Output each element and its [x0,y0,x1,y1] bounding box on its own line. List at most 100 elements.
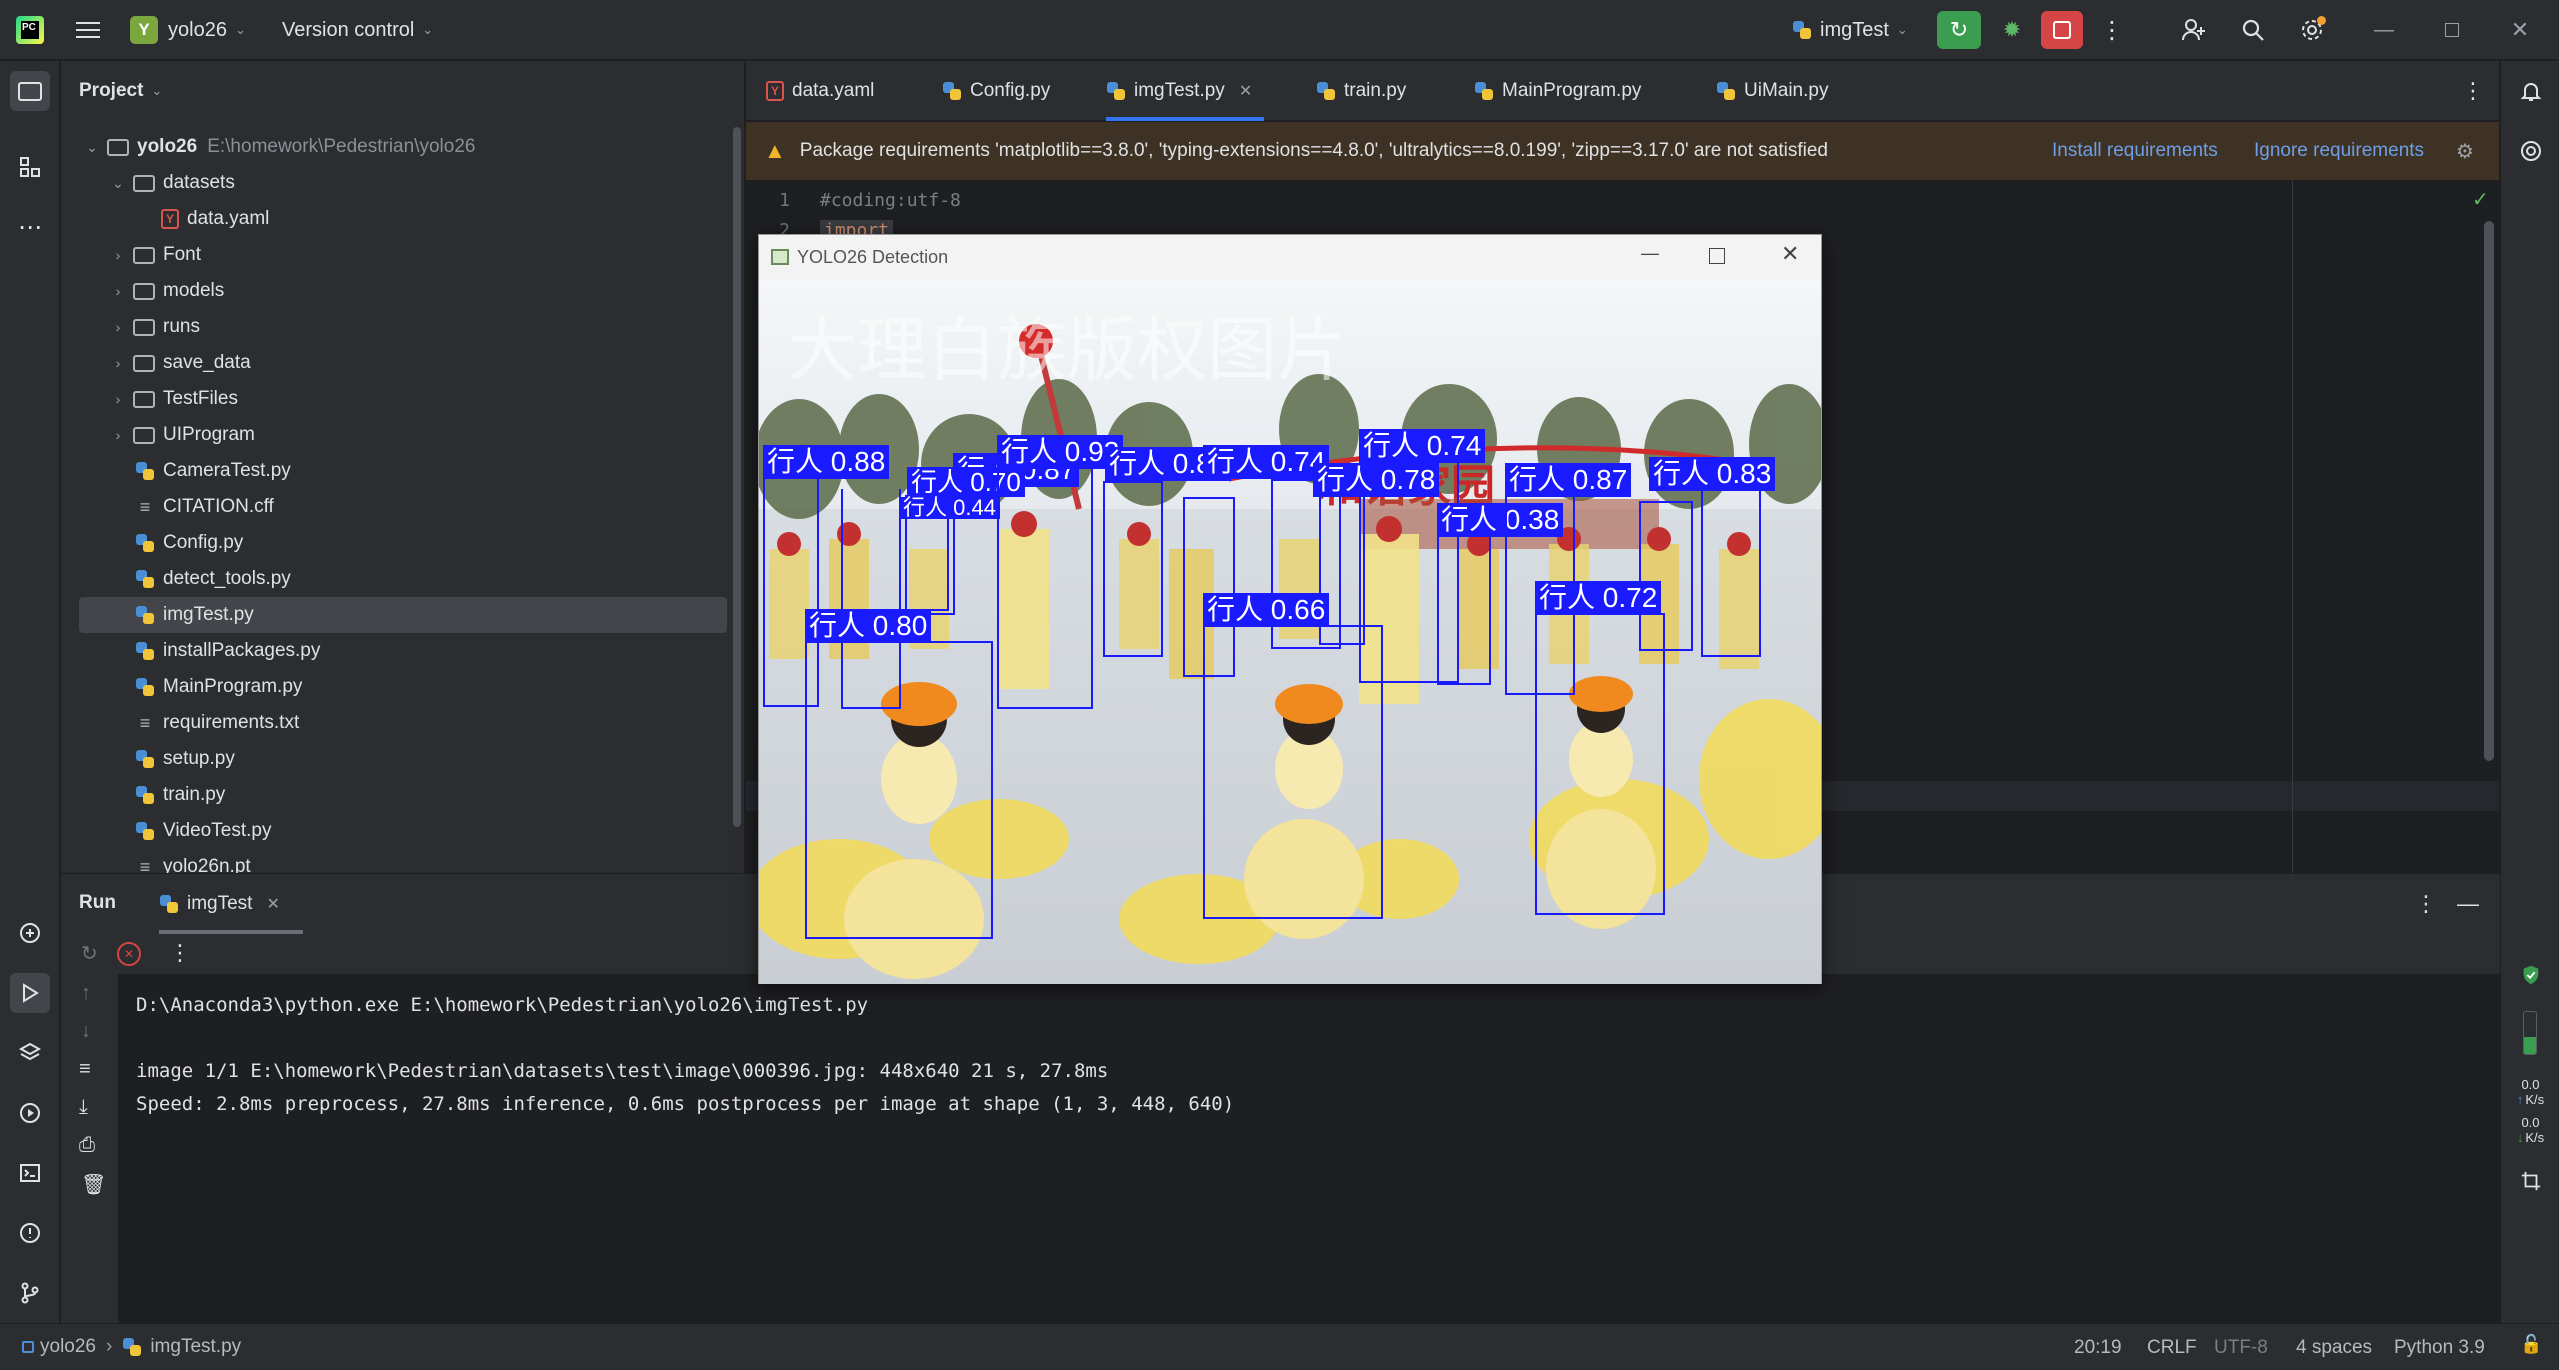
restore-window-button[interactable] [2432,13,2472,47]
banner-settings-gear-icon[interactable]: ⚙ [2456,139,2474,164]
scroll-to-end-icon[interactable]: ⤓ [79,1096,88,1119]
tree-item-font[interactable]: › Font [109,237,759,273]
security-shield-button[interactable] [2511,955,2551,995]
run-configuration-selector[interactable]: imgTest ⌄ [1792,13,1908,47]
close-tab-icon[interactable]: ✕ [266,894,279,914]
tab-mainprogram[interactable]: MainProgram.py [1474,61,1641,121]
more-tools-button[interactable]: ⋯ [10,207,50,247]
window-maximize-icon[interactable] [1709,248,1725,264]
tree-item-datasets[interactable]: ⌄ datasets [109,165,759,201]
status-breadcrumb[interactable]: yolo26 › imgTest.py [22,1334,241,1360]
search-icon[interactable] [2235,13,2271,47]
chevron-right-icon: › [115,283,121,299]
trash-icon[interactable]: 🗑 [81,1172,106,1197]
close-tab-icon[interactable]: ✕ [1239,81,1252,101]
tree-item-cameratest[interactable]: CameraTest.py [135,453,785,489]
project-switcher[interactable]: Y yolo26 ⌄ [130,13,246,47]
tree-item-runs[interactable]: › runs [109,309,759,345]
code-line-1[interactable]: 1 #coding:utf-8 [746,185,961,215]
structure-tool-button[interactable] [10,147,50,187]
tree-item-imgtest[interactable]: imgTest.py [79,597,727,633]
settings-gear-icon[interactable] [2294,13,2330,47]
caret-position[interactable]: 20:19 [2074,1337,2122,1359]
pycharm-logo-icon[interactable]: PC [16,16,44,44]
install-requirements-link[interactable]: Install requirements [2052,140,2218,162]
tree-root[interactable]: ⌄ yolo26 E:\homework\Pedestrian\yolo26 [83,129,733,165]
stop-button[interactable] [2041,11,2083,49]
tree-item-data-yaml[interactable]: Y data.yaml [161,201,811,237]
project-scrollbar[interactable] [733,127,741,827]
close-window-button[interactable]: ✕ [2500,13,2540,47]
hide-panel-icon[interactable]: — [2453,888,2483,920]
python-packages-button[interactable] [10,1033,50,1073]
tree-item-detect-tools[interactable]: detect_tools.py [135,561,785,597]
git-button[interactable] [10,1273,50,1313]
tree-item-models[interactable]: › models [109,273,759,309]
tab-config[interactable]: Config.py [942,61,1050,121]
indent-setting[interactable]: 4 spaces [2296,1337,2372,1359]
ignore-requirements-link[interactable]: Ignore requirements [2254,140,2424,162]
detection-label: 行人 0.88 [763,445,890,479]
run-panel-more-icon[interactable]: ⋮ [2411,888,2441,920]
tree-item-yolo26n[interactable]: ≡ yolo26n.pt [135,849,743,873]
text-file-icon: ≡ [139,712,151,733]
scroll-down-icon[interactable]: ↓ [81,1020,91,1043]
tabs-more-icon[interactable]: ⋮ [2458,75,2488,107]
detection-window-titlebar[interactable]: YOLO26 Detection — ✕ [759,235,1821,279]
tree-item-mainprogram[interactable]: MainProgram.py [135,669,785,705]
inspection-ok-icon[interactable]: ✓ [2472,187,2489,212]
layers-icon [18,1042,42,1061]
run-tool-button[interactable] [10,973,50,1013]
window-minimize-icon[interactable]: — [1641,243,1659,264]
problems-button[interactable] [10,1213,50,1253]
line-separator[interactable]: CRLF [2147,1337,2197,1359]
run-tab-imgtest[interactable]: imgTest ✕ [159,887,280,921]
tree-item-setup[interactable]: setup.py [135,741,785,777]
memory-indicator[interactable] [2523,1011,2537,1055]
version-control-menu[interactable]: Version control ⌄ [282,13,433,47]
window-close-icon[interactable]: ✕ [1781,241,1799,267]
python-console-button[interactable] [10,913,50,953]
tree-item-config[interactable]: Config.py [135,525,785,561]
scroll-up-icon[interactable]: ↑ [81,982,91,1005]
tab-data-yaml[interactable]: Y data.yaml [766,61,874,121]
tree-item-testfiles[interactable]: › TestFiles [109,381,759,417]
editor-scrollbar[interactable] [2484,221,2494,761]
add-user-icon[interactable] [2176,13,2212,47]
tree-item-save-data[interactable]: › save_data [109,345,759,381]
tab-imgtest[interactable]: imgTest.py ✕ [1106,61,1265,121]
project-tool-button[interactable] [10,71,50,111]
debug-button[interactable]: ✹ [1993,11,2031,49]
main-menu-icon[interactable] [72,15,104,45]
tree-item-citation[interactable]: ≡ CITATION.cff [135,489,785,525]
lock-icon[interactable]: 🔓 [2520,1334,2542,1355]
ai-assistant-icon [2521,141,2541,161]
python-file-icon [942,81,962,101]
tree-item-requirements[interactable]: ≡ requirements.txt [135,705,785,741]
python-interpreter[interactable]: Python 3.9 [2394,1337,2485,1359]
tree-item-uiprogram[interactable]: › UIProgram [109,417,759,453]
tree-item-installpackages[interactable]: installPackages.py [135,633,785,669]
run-actions-more-icon[interactable]: ⋮ [169,940,191,966]
project-panel-header[interactable]: Project ⌄ [79,74,162,108]
notifications-button[interactable] [2511,71,2551,111]
rerun-icon[interactable]: ↻ [81,941,98,966]
run-panel-title[interactable]: Run [79,892,116,914]
soft-wrap-icon[interactable]: ≡ [79,1058,91,1081]
tab-train[interactable]: train.py [1316,61,1406,121]
services-button[interactable] [10,1093,50,1133]
ai-assistant-button[interactable] [2511,131,2551,171]
screenshot-tool-button[interactable] [2511,1161,2551,1201]
minimize-window-button[interactable]: — [2364,13,2404,47]
print-icon[interactable]: ⎙ [79,1134,95,1157]
stop-process-icon[interactable]: ✕ [117,942,141,966]
python-file-icon [135,641,155,661]
tree-item-train[interactable]: train.py [135,777,785,813]
file-encoding[interactable]: UTF-8 [2214,1337,2268,1359]
more-actions-icon[interactable]: ⋮ [2096,13,2128,47]
terminal-button[interactable] [10,1153,50,1193]
tab-uimain[interactable]: UiMain.py [1716,61,1828,121]
tree-item-videotest[interactable]: VideoTest.py [135,813,785,849]
rerun-button[interactable]: ↻ [1937,11,1981,49]
detection-label: 行人 0.74 [1203,445,1330,479]
